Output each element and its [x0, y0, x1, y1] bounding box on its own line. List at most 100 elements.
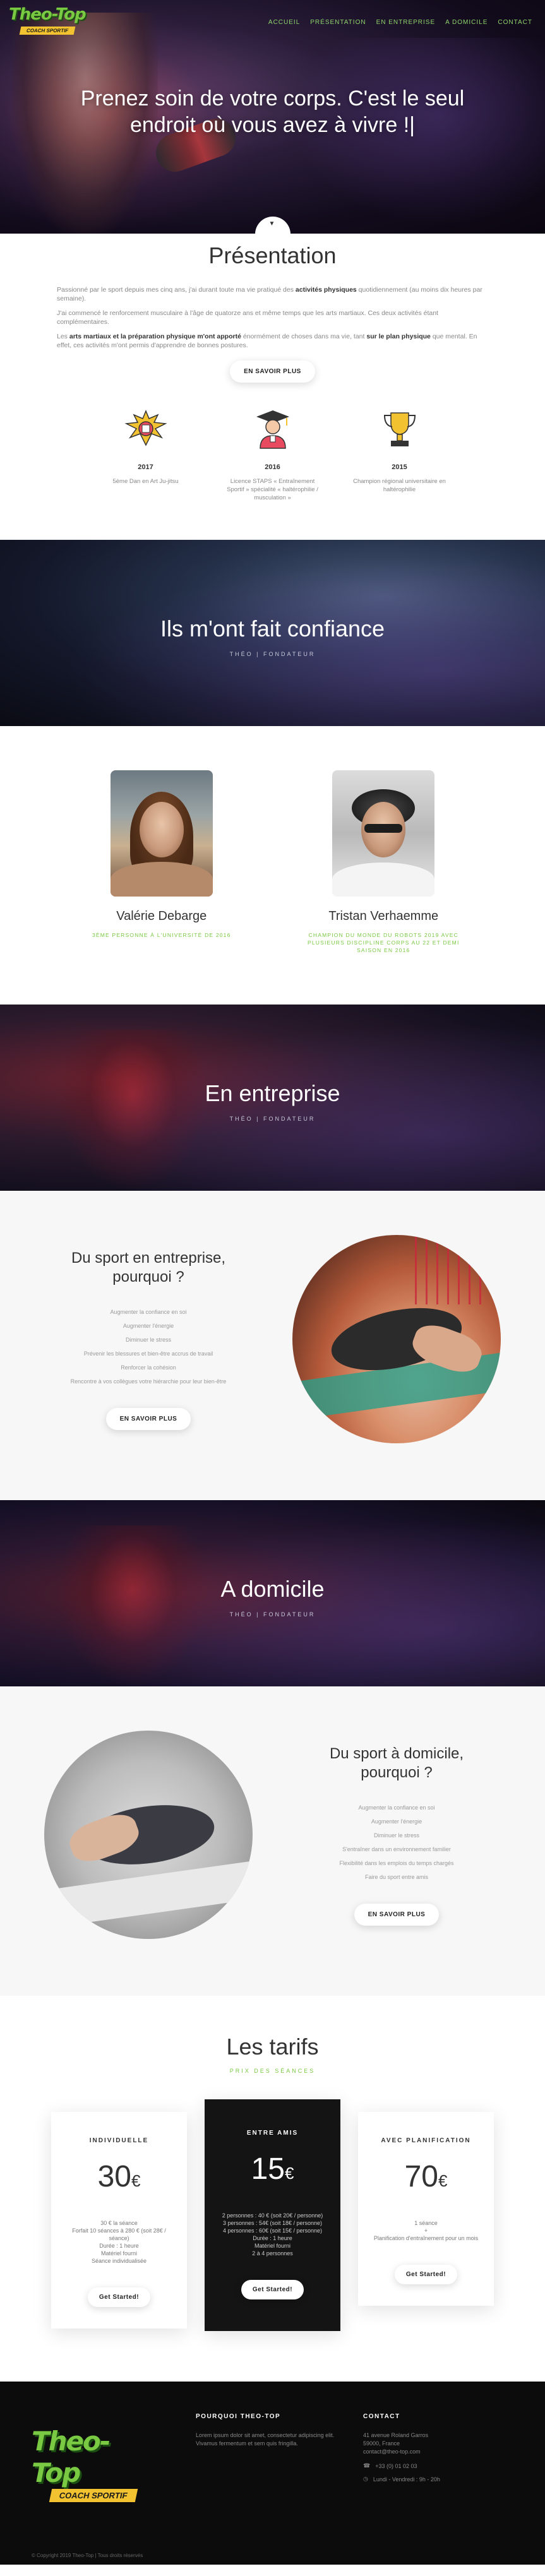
- person-photo: [332, 770, 435, 897]
- plan-name: INDIVIDUELLE: [89, 2137, 149, 2144]
- home-section: Du sport à domicile, pourquoi ? Augmente…: [0, 1686, 545, 1996]
- list-item: S'entraîner dans un environnement famili…: [342, 1846, 451, 1852]
- home-banner: A domicile THÉO | FONDATEUR: [0, 1500, 545, 1686]
- list-item: 30 € la séance: [100, 2220, 138, 2226]
- photo-shirt: [110, 862, 213, 897]
- timeline-year: 2015: [392, 463, 407, 471]
- home-benefits: Augmenter la confiance en soi Augmenter …: [292, 1804, 501, 1881]
- list-item: Matériel fourni: [254, 2243, 291, 2249]
- nav-item-presentation[interactable]: PRÉSENTATION: [310, 19, 366, 26]
- list-item: Augmenter la confiance en soi: [358, 1804, 435, 1811]
- list-item: Séance individualisée: [91, 2258, 147, 2264]
- list-item: Flexibilité dans les emplois du temps ch…: [339, 1859, 454, 1866]
- price-currency: €: [438, 2171, 448, 2190]
- price-value: 15: [251, 2152, 285, 2186]
- site-footer: Theo-Top COACH SPORTIF POURQUOI THEO-TOP…: [0, 2382, 545, 2565]
- footer-email[interactable]: contact@theo-top.com: [363, 2448, 508, 2456]
- plan-features: 30 € la séance Forfait 10 séances à 280 …: [65, 2219, 173, 2265]
- title-line: Du sport en entreprise,: [71, 1249, 226, 1267]
- price-currency: €: [284, 2164, 294, 2183]
- trophy-burst-icon: [95, 407, 196, 451]
- hours-text: Lundi - Vendredi : 9h - 20h: [373, 2476, 440, 2483]
- list-item: 3 personnes : 54€ (soit 18€ / personne): [222, 2220, 323, 2226]
- paragraph-highlight: activités physiques: [295, 286, 357, 294]
- logo-text: Theo-Top: [32, 2426, 111, 2488]
- list-item: Matériel fourni: [100, 2250, 138, 2257]
- photo-sunglasses: [364, 824, 403, 833]
- nav-item-accueil[interactable]: ACCUEIL: [268, 19, 300, 26]
- timeline-desc: 5ème Dan en Art Ju-jitsu: [112, 478, 179, 485]
- nav-item-domicile[interactable]: A DOMICILE: [445, 19, 488, 26]
- footer-hours: ◷ Lundi - Vendredi : 9h - 20h: [363, 2476, 508, 2483]
- footer-about-title: POURQUOI THEO-TOP: [196, 2413, 281, 2420]
- paragraph-text: Passionné par le sport depuis mes cinq a…: [57, 286, 296, 294]
- copyright: © Copyright 2019 Theo-Top | Tous droits …: [32, 2553, 143, 2558]
- hero-section: Theo-Top COACH SPORTIF ACCUEIL PRÉSENTAT…: [0, 0, 545, 234]
- footer-contact-title: CONTACT: [363, 2413, 400, 2420]
- hero-title: Prenez soin de votre corps. C'est le seu…: [80, 86, 465, 137]
- enterprise-more-button[interactable]: EN SAVOIR PLUS: [105, 1407, 191, 1430]
- enterprise-banner-title: En entreprise: [205, 1080, 340, 1106]
- pricing-subtitle: PRIX DES SÉANCES: [229, 2068, 316, 2074]
- testimonials-section: Valérie Debarge 3ÈME PERSONNE À L'UNIVER…: [0, 726, 545, 1005]
- list-item: Augmenter l'énergie: [123, 1322, 174, 1329]
- timeline-item: 2017 5ème Dan en Art Ju-jitsu: [95, 407, 196, 502]
- home-title: Du sport à domicile, pourquoi ?: [292, 1744, 501, 1782]
- home-banner-subtitle: THÉO | FONDATEUR: [229, 1611, 316, 1618]
- title-line: pourquoi ?: [361, 1763, 433, 1781]
- pricing-card-individuelle: INDIVIDUELLE 30€ 30 € la séance Forfait …: [51, 2112, 187, 2329]
- image-detail: [406, 1235, 482, 1304]
- person-role: CHAMPION DU MONDE DU ROBOTS 2019 AVEC PL…: [307, 932, 460, 953]
- list-item: Diminuer le stress: [373, 1832, 420, 1839]
- nav-item-entreprise[interactable]: EN ENTREPRISE: [376, 19, 436, 26]
- list-item: +: [424, 2227, 428, 2234]
- person-photo: [110, 770, 213, 897]
- timeline-year: 2017: [138, 463, 153, 471]
- yoga-class-image: [292, 1235, 501, 1443]
- logo-text: Theo-Top: [9, 5, 87, 24]
- timeline-desc: Champion régional universitaire en halté…: [353, 478, 446, 493]
- list-item: Augmenter la confiance en soi: [110, 1308, 187, 1315]
- title-line: Du sport à domicile,: [329, 1744, 464, 1762]
- trophy-icon: [349, 407, 450, 451]
- nav-item-contact[interactable]: CONTACT: [498, 19, 532, 26]
- get-started-button[interactable]: Get Started!: [394, 2265, 458, 2284]
- paragraph-highlight: sur le plan physique: [366, 333, 431, 340]
- photo-face: [139, 802, 184, 857]
- presentation-section: Présentation Passionné par le sport depu…: [0, 234, 545, 540]
- pricing-title: Les tarifs: [226, 2034, 319, 2060]
- enterprise-title: Du sport en entreprise, pourquoi ?: [44, 1249, 253, 1287]
- get-started-button[interactable]: Get Started!: [241, 2280, 304, 2299]
- list-item: Rencontre à vos collègues votre hiérarch…: [70, 1378, 227, 1385]
- enterprise-benefits: Augmenter la confiance en soi Augmenter …: [44, 1308, 253, 1385]
- graduate-icon: [222, 407, 323, 451]
- logo-tagline: COACH SPORTIF: [19, 27, 76, 35]
- person-name: Valérie Debarge: [116, 909, 207, 923]
- list-item: Durée : 1 heure: [99, 2243, 139, 2249]
- presentation-title: Présentation: [208, 242, 337, 268]
- person-card: Tristan Verhaemme CHAMPION DU MONDE DU R…: [304, 770, 462, 954]
- plan-price: 30€: [65, 2159, 173, 2194]
- home-more-button[interactable]: EN SAVOIR PLUS: [354, 1903, 440, 1926]
- pricing-card-planification: AVEC PLANIFICATION 70€ 1 séance + Planif…: [358, 2112, 494, 2306]
- price-value: 70: [404, 2160, 438, 2193]
- list-item: 4 personnes : 60€ (soit 15€ / personne): [222, 2227, 323, 2234]
- confidence-banner: Ils m'ont fait confiance THÉO | FONDATEU…: [0, 540, 545, 726]
- get-started-button[interactable]: Get Started!: [87, 2287, 151, 2307]
- presentation-more-button[interactable]: EN SAVOIR PLUS: [230, 361, 315, 383]
- photo-shirt: [332, 862, 435, 897]
- list-item: Augmenter l'énergie: [371, 1818, 422, 1825]
- phone-text: +33 (0) 01 02 03: [375, 2462, 417, 2469]
- person-role: 3ÈME PERSONNE À L'UNIVERSITÉ DE 2016: [92, 932, 231, 938]
- list-item: 2 à 4 personnes: [252, 2250, 293, 2257]
- plan-price: 70€: [372, 2159, 480, 2194]
- list-item: Diminuer le stress: [125, 1336, 172, 1343]
- timeline-desc: Licence STAPS « Entraînement Sportif » s…: [227, 478, 318, 501]
- footer-address-line: 41 avenue Roland Garros: [363, 2432, 429, 2438]
- site-logo[interactable]: Theo-Top COACH SPORTIF: [9, 5, 104, 37]
- footer-phone[interactable]: ☎ +33 (0) 01 02 03: [363, 2462, 508, 2469]
- footer-logo[interactable]: Theo-Top COACH SPORTIF: [32, 2426, 145, 2502]
- enterprise-section: Du sport en entreprise, pourquoi ? Augme…: [0, 1191, 545, 1500]
- timeline-item: 2015 Champion régional universitaire en …: [349, 407, 450, 502]
- list-item: Prévenir les blessures et bien-être accr…: [83, 1350, 213, 1357]
